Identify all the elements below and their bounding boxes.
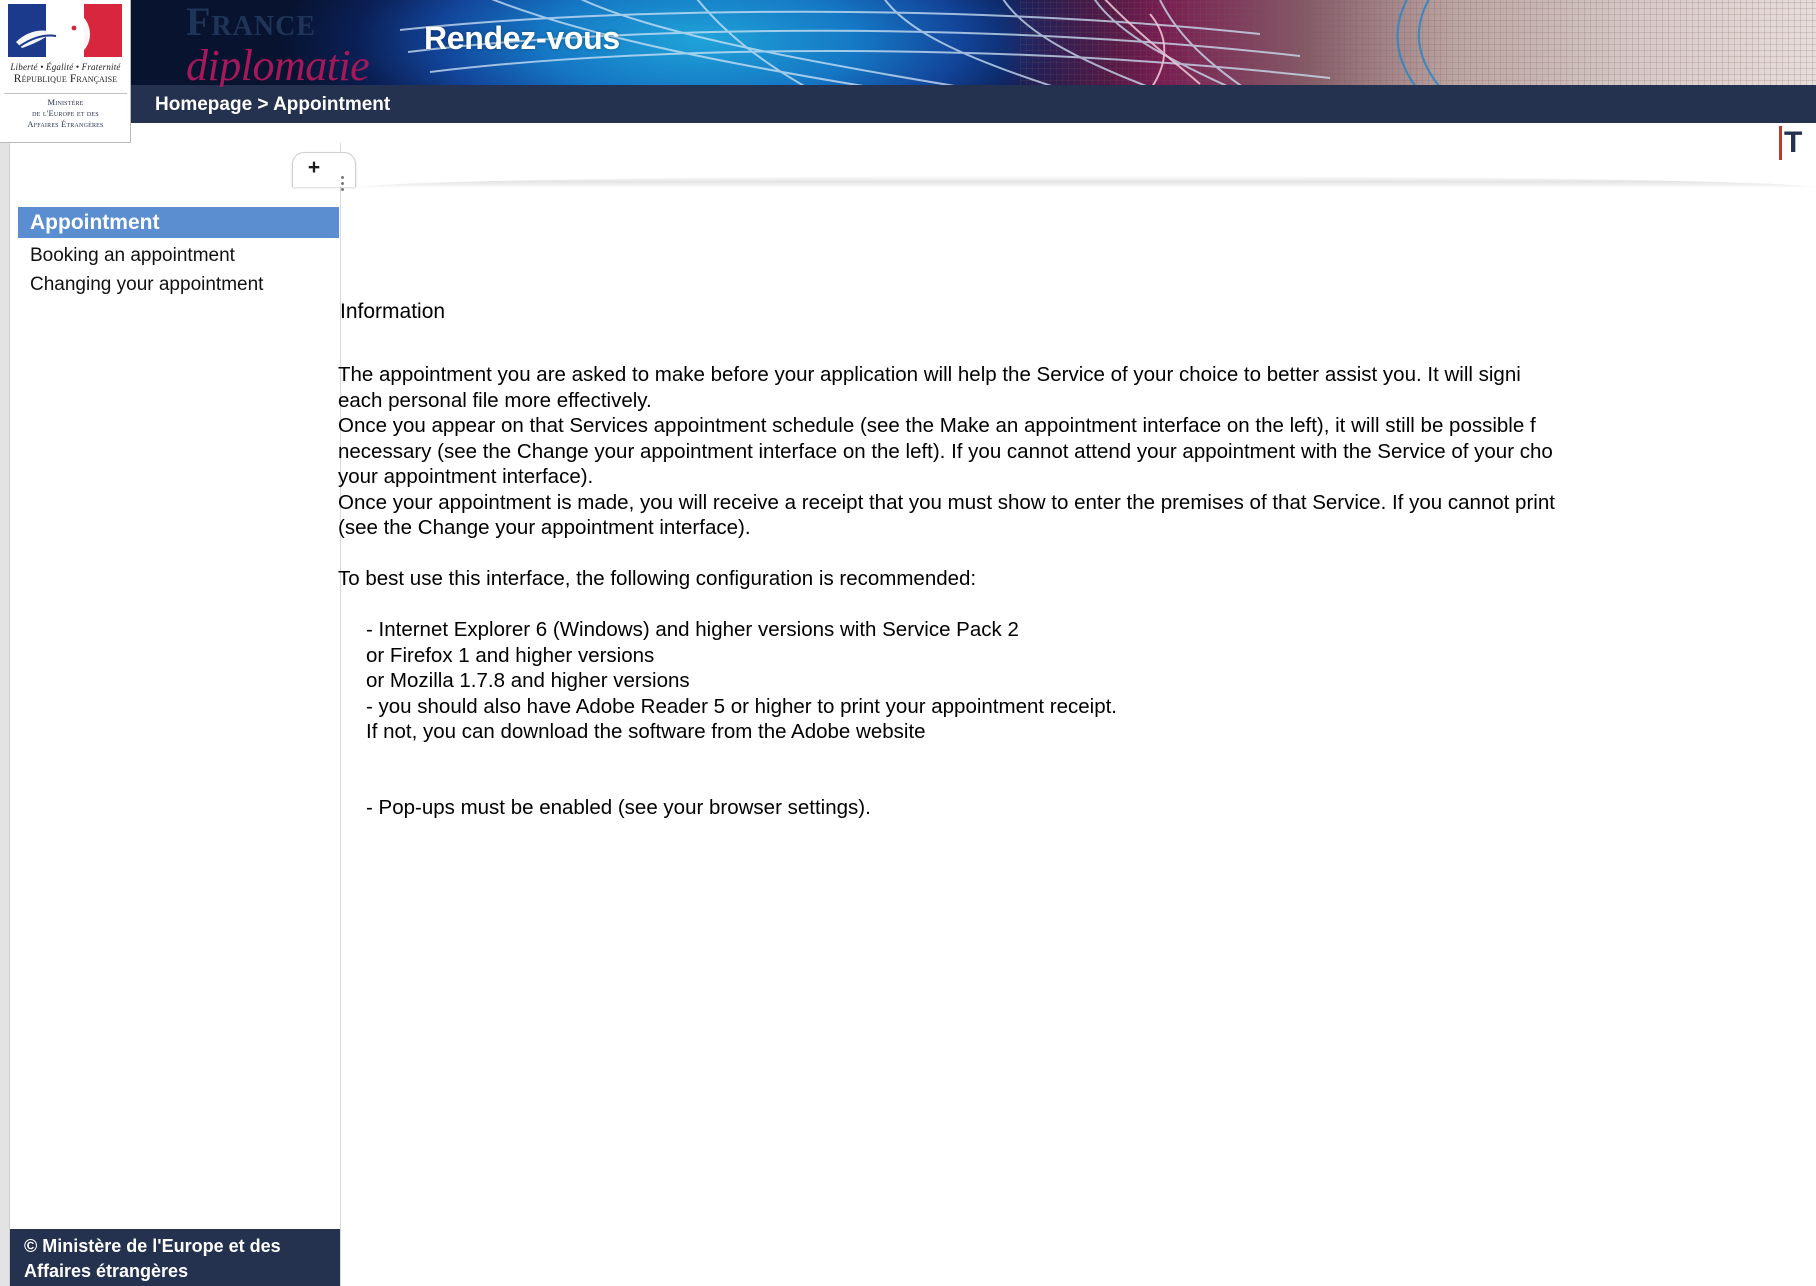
- logo-divider: [4, 93, 127, 94]
- left-gutter-edge: [9, 143, 10, 1286]
- panel-tab-shape: [292, 152, 356, 187]
- paragraph-line-2: each personal file more effectively.: [338, 388, 652, 412]
- footer-line-2: Affaires étrangères: [24, 1261, 189, 1281]
- config-item-1: or Firefox 1 and higher versions: [366, 643, 655, 667]
- config-item-4: If not, you can download the software fr…: [366, 720, 926, 743]
- popups-note-wrap: - Pop-ups must be enabled (see your brow…: [338, 795, 1816, 821]
- marianne-flag-icon: [8, 4, 122, 57]
- page-title-clipped: T: [1779, 126, 1802, 160]
- wordmark-diplomatie: diplomatie: [186, 41, 370, 88]
- banner-title: Rendez-vous: [424, 20, 620, 56]
- config-list: - Internet Explorer 6 (Windows) and high…: [338, 617, 1816, 745]
- config-item-3: - you should also have Adobe Reader 5 or…: [366, 694, 1117, 718]
- config-item-2: or Mozilla 1.7.8 and higher versions: [366, 669, 690, 692]
- breadcrumb[interactable]: Homepage > Appointment: [155, 94, 390, 116]
- sidebar-header: Appointment: [18, 207, 339, 238]
- footer-line-1: © Ministère de l'Europe et des: [24, 1236, 281, 1256]
- panel-expand-tab[interactable]: +: [286, 152, 366, 194]
- wordmark-france: France: [186, 0, 316, 44]
- paragraph-line-6: Once your appointment is made, you will …: [338, 490, 1555, 514]
- config-item-0: - Internet Explorer 6 (Windows) and high…: [366, 618, 1019, 641]
- republic-name: République Française: [13, 73, 118, 85]
- republic-logo-plate: Liberté • Égalité • Fraternité Républiqu…: [0, 0, 131, 143]
- paragraph-line-4: necessary (see the Change your appointme…: [338, 439, 1553, 463]
- republic-caption: Liberté • Égalité • Fraternité Républiqu…: [0, 62, 131, 85]
- panel-shadow-sweep: [358, 176, 1816, 188]
- breadcrumb-bar: Homepage > Appointment: [131, 85, 1816, 123]
- republic-motto: Liberté • Égalité • Fraternité: [10, 62, 121, 72]
- content-heading: Information: [340, 300, 446, 323]
- ministry-line-1: Ministère: [47, 97, 84, 107]
- left-gutter: [0, 143, 9, 1286]
- ministry-line-2: de l'Europe et des: [32, 108, 99, 119]
- site-footer: © Ministère de l'Europe et des Affaires …: [10, 1229, 340, 1286]
- paragraph-line-1: The appointment you are asked to make be…: [338, 363, 1521, 386]
- content-body: The appointment you are asked to make be…: [338, 362, 1816, 820]
- page-root: France diplomatie Rendez-vous Homepage >…: [0, 0, 1816, 1286]
- paragraph-line-7: (see the Change your appointment interfa…: [338, 516, 751, 539]
- footer-copyright: © Ministère de l'Europe et des Affaires …: [24, 1234, 334, 1284]
- ministry-line-3: Affaires Étrangères: [27, 119, 104, 130]
- drag-handle-dots-icon[interactable]: [341, 176, 344, 194]
- plus-icon[interactable]: +: [304, 157, 324, 178]
- ministry-caption: Ministère de l'Europe et des Affaires Ét…: [0, 97, 131, 131]
- site-banner: France diplomatie Rendez-vous: [0, 0, 1816, 87]
- paragraph-line-3: Once you appear on that Services appoint…: [338, 414, 1536, 437]
- popups-note: - Pop-ups must be enabled (see your brow…: [366, 795, 871, 819]
- config-intro: To best use this interface, the followin…: [338, 566, 977, 590]
- sidebar-item-changing-your-appointment[interactable]: Changing your appointment: [30, 274, 263, 296]
- sidebar-item-booking-an-appointment[interactable]: Booking an appointment: [30, 245, 235, 267]
- france-diplomatie-wordmark: France diplomatie: [186, 0, 370, 88]
- paragraph-line-5: your appointment interface).: [338, 465, 594, 488]
- main-content: Information The appointment you are aske…: [338, 300, 1816, 820]
